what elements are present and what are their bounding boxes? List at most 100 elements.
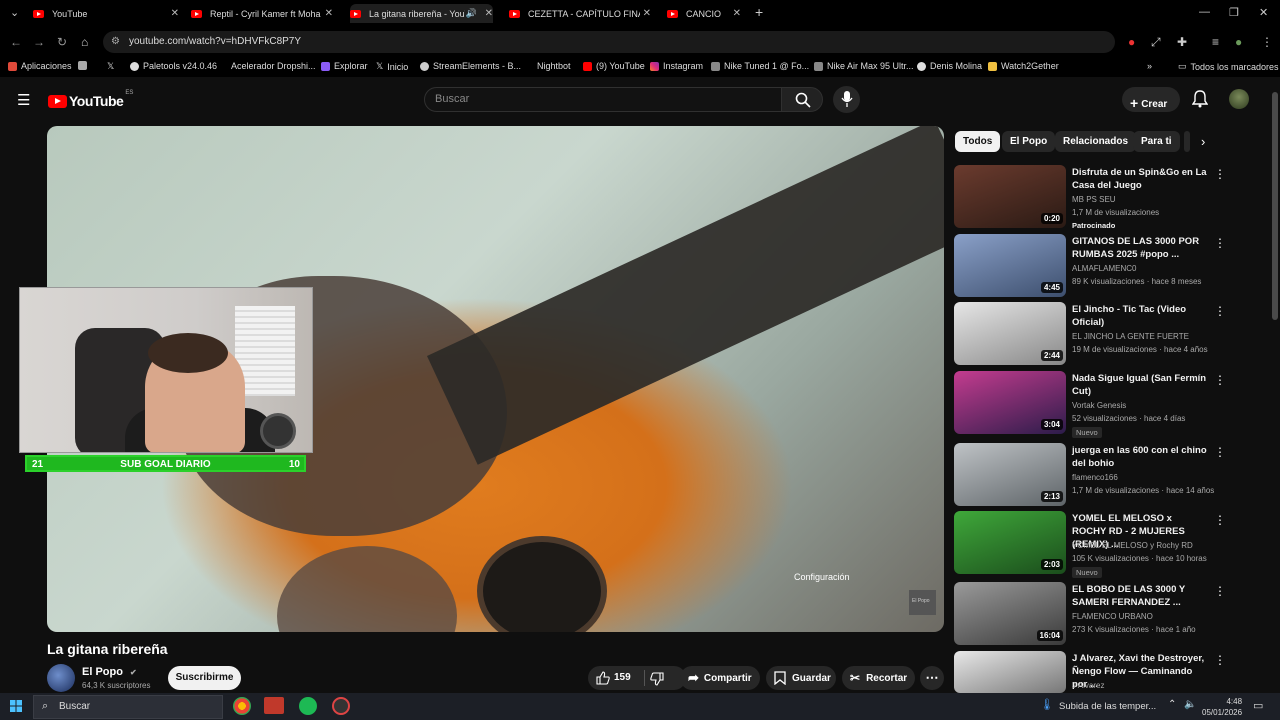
audio-playing-icon[interactable]: 🔊 [466, 8, 477, 19]
url-text[interactable]: youtube.com/watch?v=hDHVFkC8P7Y [129, 36, 301, 47]
media-control-icon[interactable]: ≡ [1212, 35, 1219, 49]
close-tab-icon[interactable]: ✕ [733, 8, 741, 19]
hamburger-menu-icon[interactable]: ☰ [17, 91, 30, 109]
search-button[interactable] [781, 87, 823, 112]
account-avatar[interactable] [1229, 89, 1249, 109]
new-tab-icon[interactable]: + [755, 4, 763, 20]
dislike-button[interactable] [650, 672, 664, 689]
recommendation-channel[interactable]: EL JINCHO LA GENTE FUERTE [1072, 332, 1189, 341]
bookmark-x[interactable]: 𝕏 [107, 61, 114, 72]
notifications-bell-icon[interactable] [1192, 90, 1208, 108]
close-tab-icon[interactable]: ✕ [171, 8, 179, 19]
chrome-taskbar-icon[interactable] [233, 697, 251, 715]
like-button[interactable] [596, 671, 610, 688]
more-options-icon[interactable]: ⋮ [1214, 304, 1226, 318]
more-options-icon[interactable]: ⋮ [1214, 513, 1226, 527]
restore-icon[interactable]: ❐ [1229, 6, 1239, 19]
recommendation-channel[interactable]: YOMEL EL MELOSO y Rochy RD [1072, 541, 1193, 550]
recommendation-channel[interactable]: FLAMENCO URBANO [1072, 612, 1153, 621]
tray-chevron-icon[interactable]: ⌃ [1168, 699, 1176, 710]
bookmark-instagram[interactable]: Instagram [650, 61, 703, 71]
chip-todos[interactable]: Todos [955, 131, 1001, 152]
spotify-taskbar-icon[interactable] [299, 697, 317, 715]
chip-para-ti[interactable]: Para ti [1133, 131, 1180, 152]
bookmark-nike-tuned[interactable]: Nike Tuned 1 @ Fo... [711, 61, 809, 71]
clip-button[interactable]: ✂ Recortar [842, 666, 915, 690]
recommendation-item[interactable]: 3:04 Nada Sigue Igual (San Fermín Cut) Vor… [954, 371, 1226, 438]
recommendation-channel[interactable]: J Alvarez [1072, 681, 1104, 690]
bookmark-all-folders[interactable]: ▭ Todos los marcadores [1178, 61, 1279, 72]
extension-arrows-icon[interactable]: ⤢ [1151, 35, 1161, 50]
bookmark-watch2gether[interactable]: Watch2Gether [988, 61, 1059, 71]
taskbar-search-input[interactable]: ⌕ Buscar [33, 695, 223, 719]
bookmark-youtube[interactable]: (9) YouTube [583, 61, 645, 71]
minimize-icon[interactable]: — [1199, 6, 1210, 18]
profile-avatar-icon[interactable]: ● [1235, 35, 1242, 49]
chip-el-popo[interactable]: El Popo [1002, 131, 1056, 152]
recommendation-channel[interactable]: MB PS SEU [1072, 195, 1116, 204]
recommendation-channel[interactable]: flamenco166 [1072, 473, 1118, 482]
recommendation-title[interactable]: EL BOBO DE LAS 3000 Y SAMERI FERNANDEZ .… [1072, 583, 1207, 609]
close-window-icon[interactable]: ✕ [1259, 6, 1268, 19]
create-button[interactable]: + Crear [1122, 87, 1180, 112]
close-tab-icon[interactable]: ✕ [325, 8, 333, 19]
tab-search-chevron-icon[interactable]: ⌄ [10, 6, 19, 19]
tab-cezetta[interactable]: CEZETTA - CAPÍTULO FINAL (O ✕ [509, 4, 651, 23]
more-options-icon[interactable]: ⋮ [1214, 236, 1226, 250]
reload-icon[interactable]: ↻ [57, 35, 67, 49]
obs-taskbar-icon[interactable] [332, 697, 350, 715]
chrome-menu-icon[interactable]: ⋮ [1261, 35, 1273, 49]
more-options-icon[interactable]: ⋮ [1214, 167, 1226, 181]
close-tab-icon[interactable]: ✕ [485, 8, 493, 19]
taskbar-clock[interactable]: 4:48 05/01/2026 [1202, 696, 1242, 718]
tab-la-gitana-active[interactable]: La gitana ribereña - YouTub 🔊 ✕ [350, 4, 493, 23]
bookmark-denis-molina[interactable]: Denis Molina [917, 61, 982, 71]
recommendation-item[interactable]: 16:04 EL BOBO DE LAS 3000 Y SAMERI FERNAN… [954, 582, 1226, 646]
recommendation-thumbnail[interactable]: 2:03 [954, 511, 1066, 574]
more-actions-button[interactable]: ⋯ [920, 666, 944, 690]
recommendation-thumbnail[interactable]: 2:13 [954, 443, 1066, 506]
youtube-logo[interactable]: YouTube ES [48, 90, 133, 109]
bookmark-streamelements[interactable]: StreamElements - B... [420, 61, 521, 71]
recommendation-item[interactable]: 0:20 Disfruta de un Spin&Go en La Casa de… [954, 165, 1226, 230]
speaker-volume-icon[interactable]: 🔈 [1184, 699, 1196, 710]
more-options-icon[interactable]: ⋮ [1214, 653, 1226, 667]
home-icon[interactable]: ⌂ [81, 35, 88, 49]
recommendation-channel[interactable]: ALMAFLAMENC0 [1072, 264, 1136, 273]
chip-relacionados[interactable]: Relacionados [1055, 131, 1137, 152]
recommendation-thumbnail[interactable]: 3:04 [954, 371, 1066, 434]
more-options-icon[interactable]: ⋮ [1214, 373, 1226, 387]
subscribe-button[interactable]: Suscribirme [168, 666, 241, 690]
notification-center-icon[interactable]: ▭ [1253, 699, 1263, 712]
forward-icon[interactable]: → [33, 35, 45, 49]
bookmark-apps[interactable]: Aplicaciones [8, 61, 72, 71]
more-options-icon[interactable]: ⋮ [1214, 584, 1226, 598]
bookmark-grid[interactable] [78, 61, 91, 70]
recommendation-channel[interactable]: Vortak Genesis [1072, 401, 1126, 410]
recommendation-thumbnail[interactable]: 2:44 [954, 302, 1066, 365]
chips-next-chevron-icon[interactable]: › [1201, 134, 1205, 149]
recommendation-title[interactable]: El Jincho - Tic Tac (Video Oficial) [1072, 303, 1207, 329]
recommendation-thumbnail[interactable] [954, 651, 1066, 693]
back-icon[interactable]: ← [10, 35, 22, 49]
bookmark-nightbot[interactable]: Nightbot [537, 61, 571, 71]
tab-reptil[interactable]: Reptil - Cyril Kamer ft Moha the ✕ [191, 4, 333, 23]
recommendation-title[interactable]: Disfruta de un Spin&Go en La Casa del Ju… [1072, 166, 1207, 192]
recommendation-title[interactable]: juerga en las 600 con el chino del bohio [1072, 444, 1207, 470]
channel-name[interactable]: El Popo ✔ [82, 666, 137, 678]
recommendation-item[interactable]: 2:44 El Jincho - Tic Tac (Video Oficial) E… [954, 302, 1226, 366]
share-button[interactable]: ➦ Compartir [680, 666, 760, 690]
recommendation-title[interactable]: GITANOS DE LAS 3000 POR RUMBAS 2025 #pop… [1072, 235, 1207, 261]
recommendation-item[interactable]: 4:45 GITANOS DE LAS 3000 POR RUMBAS 2025 … [954, 234, 1226, 298]
recommendation-item[interactable]: J Alvarez, Xavi the Destroyer, Ñengo Flo… [954, 651, 1226, 693]
bookmark-acelerador[interactable]: Acelerador Dropshi... [231, 61, 316, 71]
recommendation-thumbnail[interactable]: 16:04 [954, 582, 1066, 645]
channel-avatar[interactable] [47, 664, 75, 692]
save-button[interactable]: Guardar [766, 666, 836, 690]
tab-youtube[interactable]: YouTube ✕ [33, 4, 179, 23]
bookmark-explorar[interactable]: Explorar [321, 61, 368, 71]
extensions-puzzle-icon[interactable]: ✚ [1177, 35, 1187, 49]
bookmark-paletools[interactable]: Paletools v24.0.46 [130, 61, 217, 71]
recommendation-thumbnail[interactable]: 0:20 [954, 165, 1066, 228]
weather-widget[interactable]: Subida de las temper... [1059, 701, 1156, 712]
